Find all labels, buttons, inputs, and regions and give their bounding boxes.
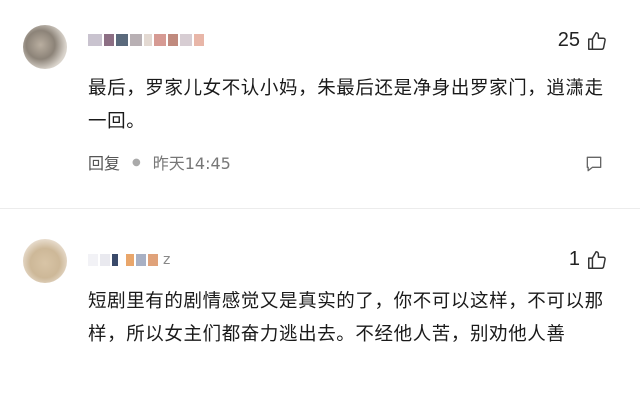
comment-icon[interactable]	[584, 154, 604, 178]
avatar[interactable]	[23, 25, 67, 69]
username-blurred[interactable]	[88, 33, 204, 47]
comment-text: 短剧里有的剧情感觉又是真实的了，你不可以这样，不可以那样，所以女主们都奋力逃出去…	[88, 291, 604, 345]
like-count: 1	[568, 248, 580, 270]
like-button[interactable]: 25	[558, 29, 608, 52]
divider	[0, 208, 640, 209]
separator-dot: ●	[132, 156, 141, 168]
thumbs-up-icon[interactable]	[586, 249, 608, 271]
comment-item: 25 最后，罗家儿女不认小妈，朱最后还是净身出罗家门，逍潇走一回。 回复 ● 昨…	[0, 0, 640, 195]
like-count: 25	[557, 29, 580, 51]
comment-item: z 1 短剧里有的剧情感觉又是真实的了，你不可以这样，不可以那样，所以女主们都奋…	[0, 228, 640, 400]
comment-time: 昨天14:45	[152, 154, 231, 173]
like-button[interactable]: 1	[569, 248, 608, 271]
thumbs-up-icon[interactable]	[586, 30, 608, 52]
username-blurred[interactable]: z	[88, 252, 171, 268]
comment-meta: 回复 ● 昨天14:45	[88, 150, 231, 174]
reply-button[interactable]: 回复	[88, 150, 120, 174]
avatar[interactable]	[23, 239, 67, 283]
username-suffix: z	[163, 252, 171, 268]
comment-text: 最后，罗家儿女不认小妈，朱最后还是净身出罗家门，逍潇走一回。	[88, 78, 604, 132]
